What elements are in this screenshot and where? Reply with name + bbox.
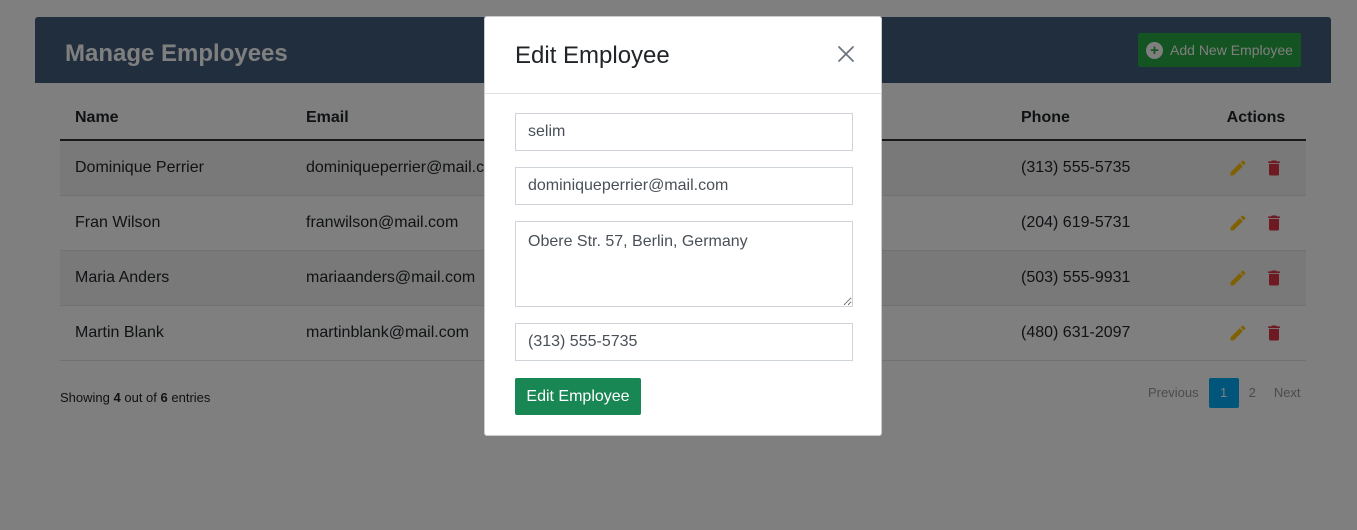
modal-body: Obere Str. 57, Berlin, Germany [515,113,853,377]
close-icon[interactable] [835,43,857,65]
modal-header: Edit Employee [485,17,881,94]
name-field[interactable] [515,113,853,151]
modal-title: Edit Employee [515,42,670,69]
edit-employee-submit-button[interactable]: Edit Employee [515,378,641,415]
address-field[interactable]: Obere Str. 57, Berlin, Germany [515,221,853,307]
phone-field[interactable] [515,323,853,361]
email-field[interactable] [515,167,853,205]
edit-employee-modal: Edit Employee Obere Str. 57, Berlin, Ger… [484,16,882,436]
